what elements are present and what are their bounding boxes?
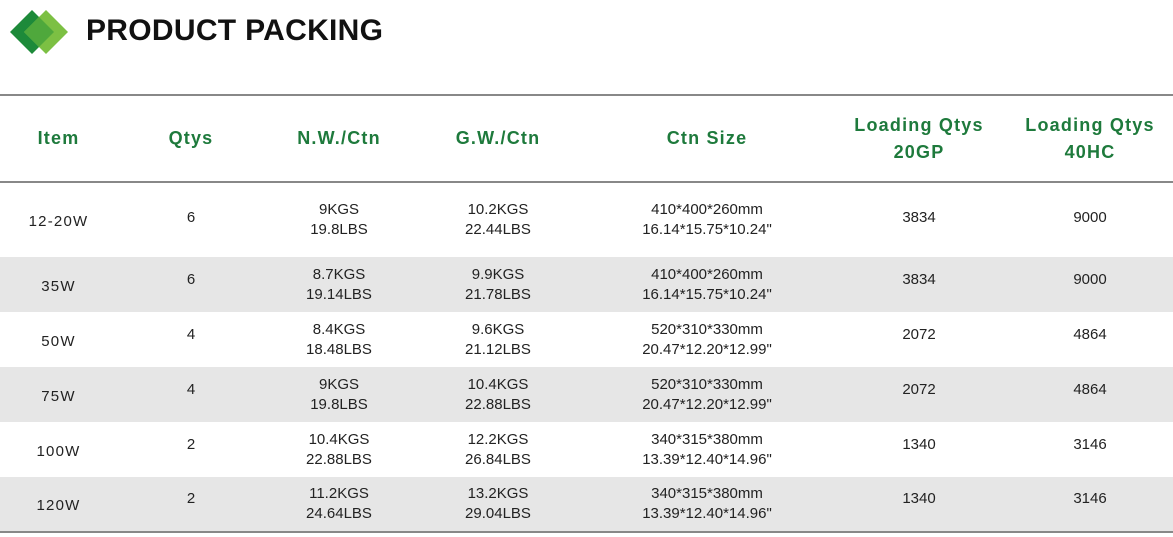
nw-kgs: 8.7KGS: [312, 265, 366, 283]
gw-lbs: 22.44LBS: [465, 221, 531, 238]
cell-nw: 8.7KGS 19.14LBS: [265, 257, 413, 312]
cell-qtys: 2: [186, 435, 196, 453]
column-header-ctn-size: Ctn Size: [666, 128, 748, 148]
cell-item: 120W: [36, 497, 81, 514]
ctn-size-inch: 13.39*12.40*14.96": [642, 450, 772, 468]
cell-loading-40hc: 4864: [1073, 325, 1107, 343]
column-header-loading-40hc: Loading Qtys 40HC: [1025, 114, 1155, 162]
gw-lbs: 26.84LBS: [465, 450, 531, 468]
ctn-size-mm: 410*400*260mm: [651, 201, 763, 218]
cell-ctn-size: 520*310*330mm 20.47*12.20*12.99": [583, 367, 831, 422]
cell-qtys: 4: [186, 325, 196, 343]
table-row: 12-20W 6 9KGS 19.8LBS 10.2KGS 22.44LBS 410*400…: [0, 182, 1173, 257]
nw-kgs: 8.4KGS: [312, 320, 366, 338]
gw-kgs: 9.6KGS: [471, 320, 525, 338]
column-header-loading-20gp: Loading Qtys 20GP: [854, 114, 984, 162]
cell-ctn-size: 520*310*330mm 20.47*12.20*12.99": [583, 312, 831, 367]
gw-lbs: 21.78LBS: [465, 285, 531, 303]
cell-ctn-size: 340*315*380mm 13.39*12.40*14.96": [583, 477, 831, 532]
cell-item: 75W: [41, 387, 76, 405]
column-header-item: Item: [37, 128, 80, 148]
cell-loading-20gp: 1340: [902, 490, 936, 507]
cell-loading-20gp: 2072: [902, 380, 936, 398]
cell-ctn-size: 410*400*260mm 16.14*15.75*10.24": [583, 182, 831, 257]
ctn-size-inch: 20.47*12.20*12.99": [642, 395, 772, 413]
cell-gw: 9.6KGS 21.12LBS: [413, 312, 583, 367]
cell-item: 35W: [41, 277, 76, 295]
ctn-size-inch: 16.14*15.75*10.24": [642, 221, 772, 238]
gw-kgs: 10.2KGS: [467, 201, 529, 218]
cell-item: 50W: [41, 332, 76, 350]
nw-kgs: 9KGS: [318, 201, 360, 218]
cell-gw: 10.2KGS 22.44LBS: [413, 182, 583, 257]
column-header-gw: G.W./Ctn: [455, 128, 541, 148]
column-header-nw: N.W./Ctn: [297, 128, 381, 148]
cell-nw: 9KGS 19.8LBS: [265, 182, 413, 257]
nw-kgs: 10.4KGS: [308, 430, 370, 448]
cell-loading-40hc: 9000: [1073, 270, 1107, 288]
cell-gw: 12.2KGS 26.84LBS: [413, 422, 583, 477]
cell-nw: 11.2KGS 24.64LBS: [265, 477, 413, 532]
ctn-size-mm: 520*310*330mm: [651, 375, 763, 393]
packing-table: Item Qtys N.W./Ctn G.W./Ctn Ctn Size Loa…: [0, 94, 1173, 533]
cell-loading-20gp: 3834: [902, 209, 936, 226]
gw-kgs: 9.9KGS: [471, 265, 525, 283]
cell-qtys: 4: [186, 380, 196, 398]
cell-gw: 9.9KGS 21.78LBS: [413, 257, 583, 312]
nw-lbs: 22.88LBS: [306, 450, 372, 468]
cell-nw: 10.4KGS 22.88LBS: [265, 422, 413, 477]
nw-lbs: 18.48LBS: [306, 340, 372, 358]
cell-nw: 9KGS 19.8LBS: [265, 367, 413, 422]
ctn-size-mm: 410*400*260mm: [651, 265, 763, 283]
gw-lbs: 29.04LBS: [465, 505, 531, 522]
cell-item: 12-20W: [28, 213, 89, 230]
ctn-size-inch: 20.47*12.20*12.99": [642, 340, 772, 358]
cell-qtys: 2: [186, 490, 196, 507]
column-header-qtys: Qtys: [168, 128, 214, 148]
gw-kgs: 10.4KGS: [467, 375, 529, 393]
nw-kgs: 9KGS: [318, 375, 360, 393]
cell-loading-40hc: 3146: [1073, 435, 1107, 453]
page-header: PRODUCT PACKING: [0, 0, 1173, 66]
nw-lbs: 19.14LBS: [306, 285, 372, 303]
table-row: 75W 4 9KGS 19.8LBS 10.4KGS 22.88LBS 520*310*33…: [0, 367, 1173, 422]
packing-table-container: Item Qtys N.W./Ctn G.W./Ctn Ctn Size Loa…: [0, 94, 1173, 533]
table-row: 120W 2 11.2KGS 24.64LBS 13.2KGS 29.04LBS 340*3…: [0, 477, 1173, 532]
ctn-size-mm: 340*315*380mm: [651, 430, 763, 448]
cell-loading-20gp: 3834: [902, 270, 936, 288]
green-diamond-logo-icon: [10, 10, 68, 54]
cell-item: 100W: [36, 442, 81, 460]
table-row: 100W 2 10.4KGS 22.88LBS 12.2KGS 26.84LBS 340*3…: [0, 422, 1173, 477]
ctn-size-mm: 340*315*380mm: [651, 485, 763, 502]
cell-nw: 8.4KGS 18.48LBS: [265, 312, 413, 367]
gw-lbs: 22.88LBS: [465, 395, 531, 413]
cell-loading-40hc: 4864: [1073, 380, 1107, 398]
ctn-size-inch: 16.14*15.75*10.24": [642, 285, 772, 303]
gw-kgs: 13.2KGS: [467, 485, 529, 502]
cell-gw: 10.4KGS 22.88LBS: [413, 367, 583, 422]
nw-lbs: 19.8LBS: [310, 395, 368, 413]
nw-lbs: 19.8LBS: [310, 221, 368, 238]
cell-qtys: 6: [186, 209, 196, 226]
cell-loading-40hc: 9000: [1073, 209, 1107, 226]
page-title: PRODUCT PACKING: [86, 14, 384, 47]
table-row: 50W 4 8.4KGS 18.48LBS 9.6KGS 21.12LBS 520*310*…: [0, 312, 1173, 367]
cell-loading-20gp: 1340: [902, 435, 936, 453]
ctn-size-mm: 520*310*330mm: [651, 320, 763, 338]
nw-lbs: 24.64LBS: [306, 505, 372, 522]
table-row: 35W 6 8.7KGS 19.14LBS 9.9KGS 21.78LBS 410*400*…: [0, 257, 1173, 312]
nw-kgs: 11.2KGS: [309, 485, 369, 502]
gw-lbs: 21.12LBS: [465, 340, 531, 358]
gw-kgs: 12.2KGS: [467, 430, 529, 448]
table-header-row: Item Qtys N.W./Ctn G.W./Ctn Ctn Size Loa…: [0, 95, 1173, 182]
cell-loading-40hc: 3146: [1073, 490, 1107, 507]
cell-qtys: 6: [186, 270, 196, 288]
ctn-size-inch: 13.39*12.40*14.96": [642, 505, 772, 522]
cell-ctn-size: 340*315*380mm 13.39*12.40*14.96": [583, 422, 831, 477]
cell-ctn-size: 410*400*260mm 16.14*15.75*10.24": [583, 257, 831, 312]
cell-gw: 13.2KGS 29.04LBS: [413, 477, 583, 532]
cell-loading-20gp: 2072: [902, 325, 936, 343]
